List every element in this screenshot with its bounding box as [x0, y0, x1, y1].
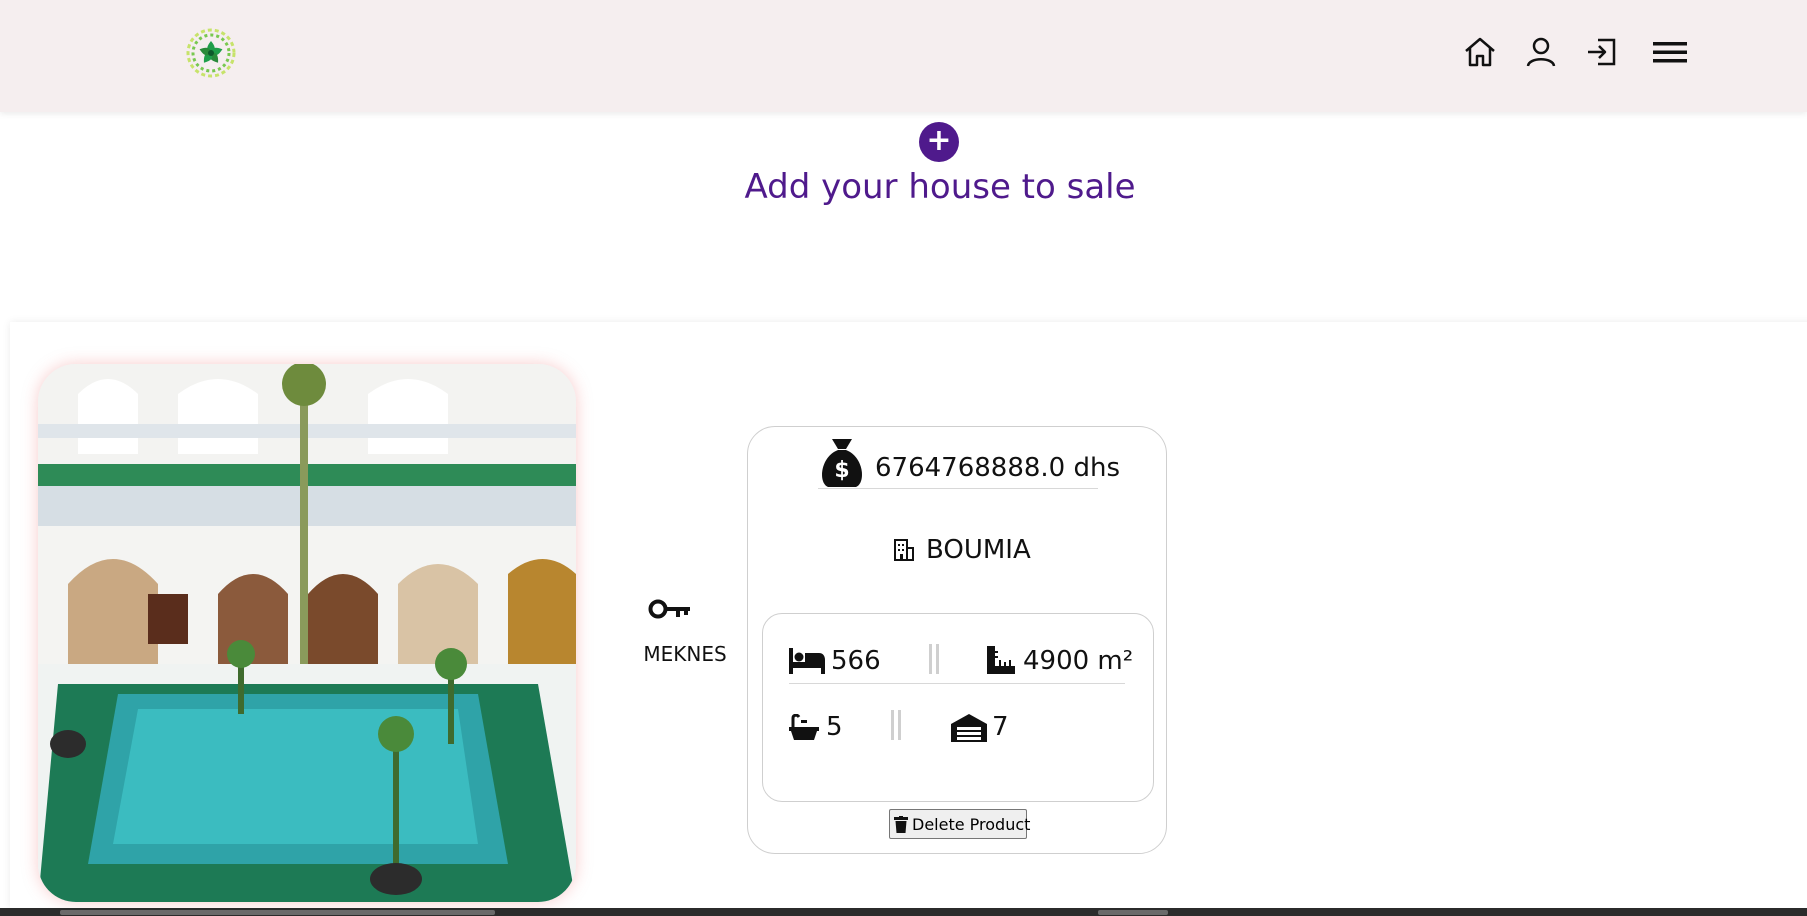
user-icon[interactable]: [1523, 34, 1559, 70]
bathrooms-count: 5: [826, 712, 843, 742]
scrollbar-thumb[interactable]: [1098, 910, 1168, 915]
stat-divider: [891, 710, 903, 740]
garages-count: 7: [992, 712, 1009, 742]
listing-price: 6764768888.0 dhs: [875, 453, 1121, 483]
hamburger-menu-icon[interactable]: [1651, 34, 1689, 70]
delete-product-label: Delete Product: [912, 815, 1031, 834]
stat-divider: [929, 644, 941, 674]
ruler-icon: [987, 646, 1015, 674]
delete-product-button[interactable]: Delete Product: [889, 809, 1031, 839]
listing-info-panel: $ 6764768888.0 dhs BOUMIA 566 4900 m² 5: [747, 426, 1167, 854]
money-bag-icon: $: [818, 437, 866, 489]
navbar: [0, 0, 1807, 112]
riad-courtyard-pool-photo: [38, 364, 576, 902]
price-row: $ 6764768888.0 dhs: [818, 437, 1120, 489]
svg-text:$: $: [834, 458, 849, 483]
bathtub-icon: [789, 713, 819, 742]
listing-city: MEKNES: [643, 642, 727, 666]
key-icon: [648, 593, 692, 627]
scrollbar-thumb[interactable]: [60, 910, 495, 915]
area-value: 4900 m²: [1023, 646, 1134, 676]
add-house-title[interactable]: Add your house to sale: [0, 167, 1807, 207]
login-icon[interactable]: [1584, 34, 1620, 70]
listing-neighborhood: BOUMIA: [926, 535, 1031, 565]
add-house-button[interactable]: +: [919, 122, 959, 162]
stats-row: 566 4900 m²: [789, 644, 1133, 684]
building-icon: [893, 538, 915, 562]
bedrooms-count: 566: [831, 646, 881, 676]
trash-icon: [894, 816, 908, 833]
bed-icon: [789, 648, 825, 674]
flower-logo-icon[interactable]: [185, 27, 237, 79]
stats-panel: 566 4900 m² 5 7: [762, 613, 1154, 802]
garage-icon: [951, 714, 987, 742]
home-icon[interactable]: [1462, 34, 1498, 70]
